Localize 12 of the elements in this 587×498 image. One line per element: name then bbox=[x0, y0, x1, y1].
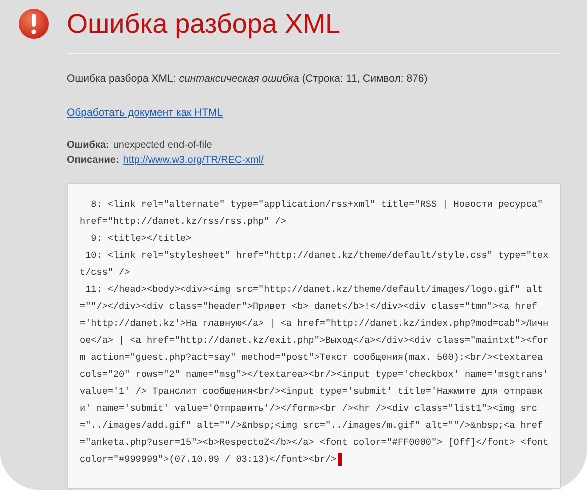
error-message: Ошибка разбора XML: синтаксическая ошибка (Строка: 11, Символ: 876) bbox=[67, 72, 428, 87]
code-line: 9: <title></title> bbox=[90, 232, 193, 246]
process-as-html-link[interactable]: Обработать документ как HTML bbox=[67, 106, 224, 122]
code-line: 11: </head><body><div><img src="http://danet.kz/theme/default/images/logo.gif" alt=""/></div><div class="header">Привет <b> danet</b>!</div><div class="tmn"><a href='http://danet.kz'>На главную</a> | <a href="http://danet.kz/index.php?mod=cab">Личное</a> | <a href="http://danet.kz/exit.php">Выход</a></div><div class="maintxt"><form action="guest.php?act=say" method="post">Текст сообщения(max. 500):<br/><textarea cols="20" rows="2" name="msg"></textarea><br/><input type='checkbox' name='msgtrans' value='1' /> Транслит сообщения<br/><input type='submit' title='Нажмите для отправки' name='submit' value='Отправить'/></form><br /><hr /><div class="list1"><img src="../images/add.gif" alt=""/>&nbsp;<img src="../images/m.gif" alt=""/>&nbsp;<a href="anketa.php?user=15"><b>RespectoZ</b></a> <font color="#FF0000"> [Off]</font> <font color="#999999">(07.10.09 / 03:13)</font><br/> bbox=[80, 282, 550, 468]
page-title: Ошибка разбора XML bbox=[67, 8, 340, 40]
code-line: 8: <link rel="alternate" type="application/rss+xml" title="RSS | Новости ресурса" href="http://danet.kz/rss/rss.php" /> bbox=[80, 198, 544, 228]
detail-label: Ошибка: bbox=[67, 138, 110, 152]
detail-value: unexpected end-of-file bbox=[113, 138, 212, 152]
detail-label: Описание: bbox=[67, 154, 120, 166]
detail-link[interactable]: http://www.w3.org/TR/REC-xml/ bbox=[123, 154, 264, 166]
error-icon bbox=[18, 8, 50, 40]
code-line: 10: <link rel="stylesheet" href="http://danet.kz/theme/default/style.css" type="text/css" /> bbox=[80, 248, 550, 280]
